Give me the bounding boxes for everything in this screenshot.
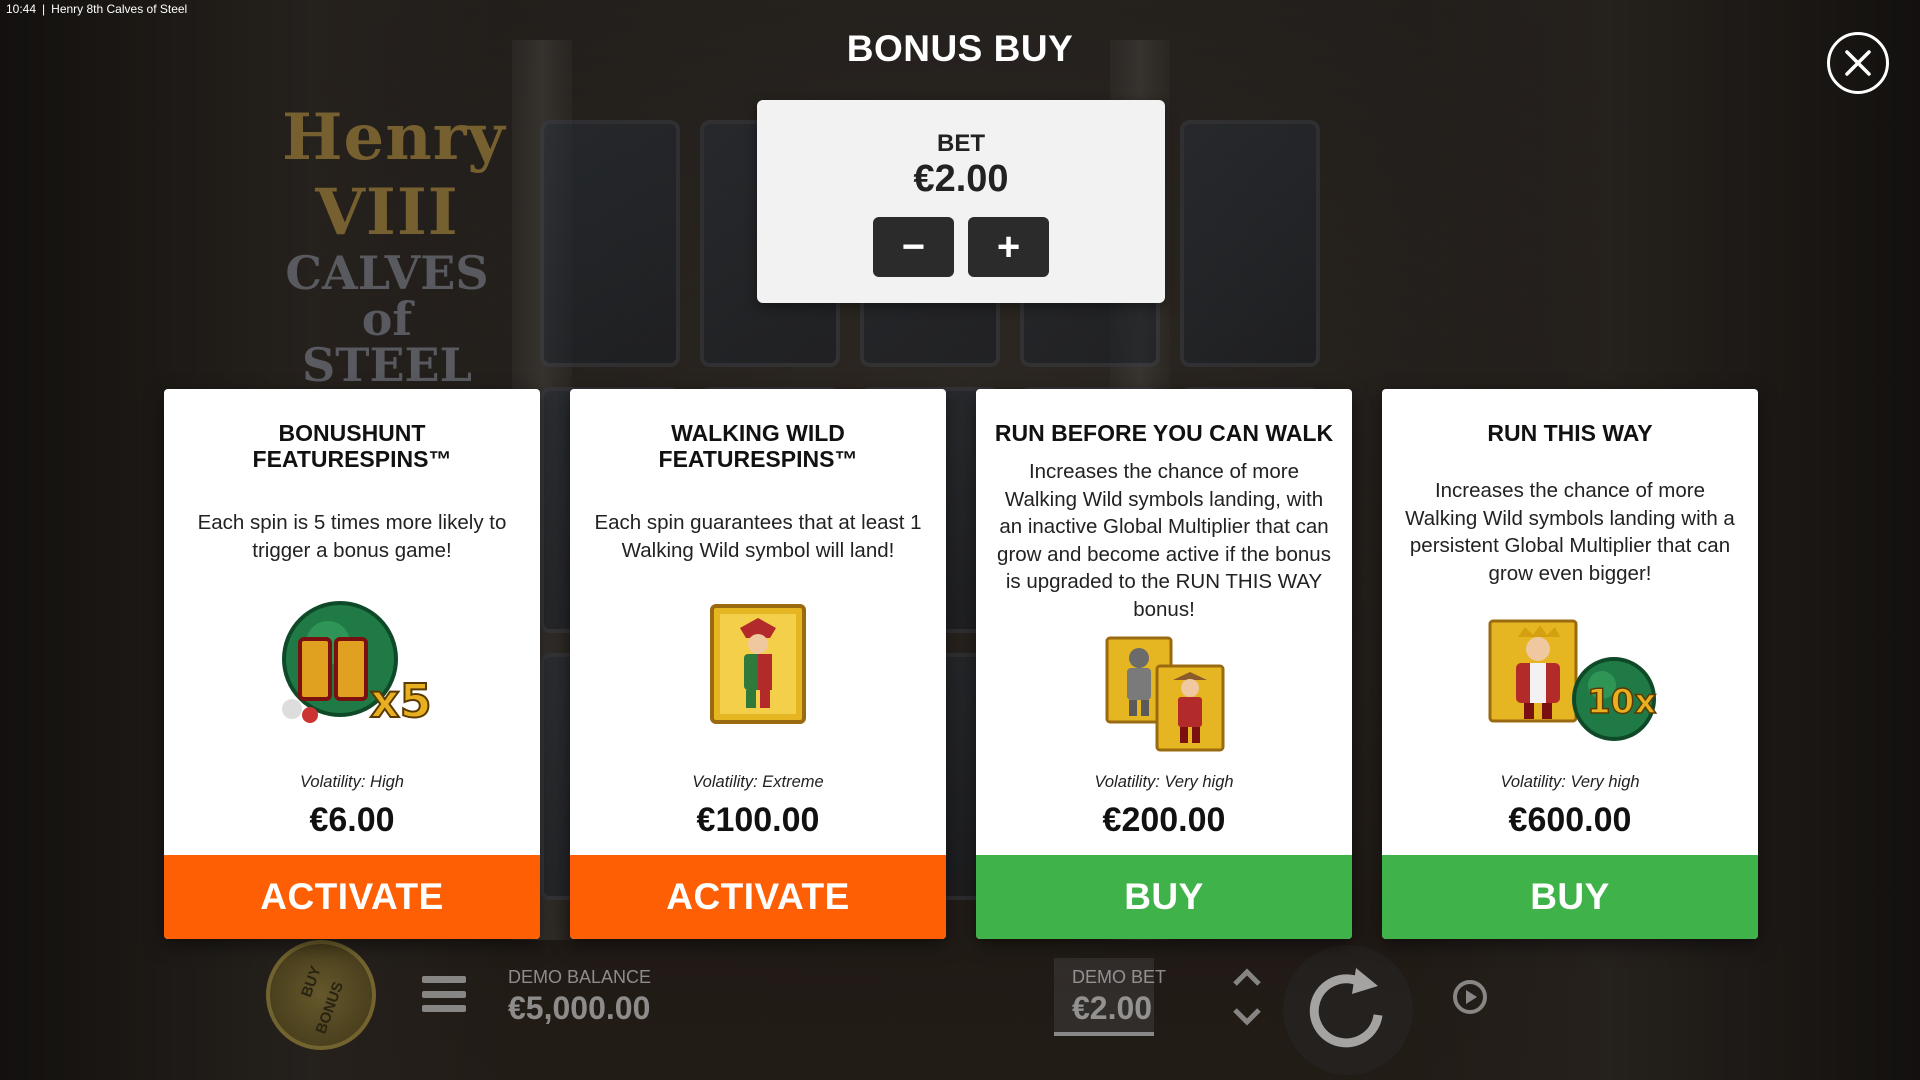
bonus-card-run-this-way: RUN THIS WAY Increases the chance of mor… (1382, 389, 1758, 939)
buy-button[interactable]: BUY (976, 855, 1352, 939)
bet-panel: BET €2.00 − + (757, 100, 1165, 303)
card-volatility: Volatility: High (300, 773, 404, 791)
bet-value: €2.00 (913, 158, 1009, 200)
bonus-card-bonushunt: BONUSHUNT FEATURESPINS™ Each spin is 5 t… (164, 389, 540, 939)
activate-button[interactable]: ACTIVATE (570, 855, 946, 939)
card-title: BONUSHUNT FEATURESPINS™ (174, 420, 530, 472)
card-price: €6.00 (309, 801, 395, 839)
demo-balance-label: DEMO BALANCE (508, 967, 652, 987)
logo-line-2: CALVES (285, 246, 489, 300)
card-title-line-1: RUN THIS WAY (1487, 420, 1653, 446)
clock: 10:44 (6, 2, 37, 16)
buy-bonus-line-2: BONUS (312, 979, 347, 1037)
bonus-card-run-before-you-can-walk: RUN BEFORE YOU CAN WALK Increases the ch… (976, 389, 1352, 939)
card-volatility: Volatility: Extreme (692, 773, 824, 791)
window-title: Henry 8th Calves of Steel (51, 2, 188, 16)
bonus-cards: BONUSHUNT FEATURESPINS™ Each spin is 5 t… (164, 389, 1758, 939)
menu-icon[interactable] (422, 976, 466, 1012)
bet-increase-button[interactable]: + (968, 217, 1049, 277)
card-title-line-2: FEATURESPINS™ (252, 446, 452, 472)
card-price: €100.00 (696, 801, 820, 839)
card-title-line-1: WALKING WILD (671, 420, 845, 446)
buy-button[interactable]: BUY (1382, 855, 1758, 939)
jester-wild-icon (570, 604, 946, 724)
spin-button[interactable] (1283, 945, 1413, 1075)
bet-label: BET (937, 130, 985, 157)
logo-line-3: of STEEL (302, 292, 472, 392)
card-title-line-1: BONUSHUNT (278, 420, 426, 446)
demo-bet-label: DEMO BET (1072, 967, 1167, 987)
card-description: Each spin is 5 times more likely to trig… (197, 511, 507, 562)
multiplier-badge: 10x (1587, 682, 1656, 722)
card-title: WALKING WILD FEATURESPINS™ (580, 420, 936, 472)
bet-decrease-button[interactable]: − (873, 217, 954, 277)
card-description: Increases the chance of more Walking Wil… (1405, 479, 1735, 585)
knight-and-jester-icon (976, 632, 1352, 752)
buy-bonus-button[interactable]: BUY BONUS (266, 940, 376, 1050)
demo-bet-value: €2.00 (1072, 990, 1153, 1026)
card-title: RUN BEFORE YOU CAN WALK (986, 420, 1342, 446)
status-separator: | (42, 2, 46, 16)
king-10x-icon: 10x (1382, 619, 1758, 743)
fs-x5-icon: x5 (164, 599, 540, 729)
card-volatility: Volatility: Very high (1500, 773, 1640, 791)
svg-text:x5: x5 (370, 674, 432, 728)
game-logo: Henry VIII CALVES of STEEL (282, 100, 506, 392)
bet-arrows-icon[interactable] (1230, 962, 1264, 1037)
autoplay-icon[interactable] (1448, 975, 1492, 1024)
card-title: RUN THIS WAY (1392, 420, 1748, 446)
spin-icon (1309, 968, 1383, 1048)
activate-button[interactable]: ACTIVATE (164, 855, 540, 939)
card-title-line-2: FEATURESPINS™ (658, 446, 858, 472)
close-icon (1845, 50, 1871, 76)
card-description: Increases the chance of more Walking Wil… (997, 460, 1331, 621)
card-volatility: Volatility: Very high (1094, 773, 1234, 791)
logo-line-1: Henry VIII (282, 100, 506, 250)
demo-balance-value: €5,000.00 (508, 990, 651, 1026)
close-button[interactable] (1827, 32, 1889, 94)
card-price: €200.00 (1102, 801, 1226, 839)
bonus-card-walking-wild: WALKING WILD FEATURESPINS™ Each spin gua… (570, 389, 946, 939)
window-status-bar: 10:44 | Henry 8th Calves of Steel (6, 2, 193, 16)
card-price: €600.00 (1508, 801, 1632, 839)
card-description: Each spin guarantees that at least 1 Wal… (594, 511, 922, 562)
modal-title: BONUS BUY (846, 28, 1074, 69)
bottom-hud: BUY BONUS DEMO BALANCE €5,000.00 DEMO BET… (0, 940, 1920, 1080)
card-title-line-1: RUN BEFORE YOU CAN WALK (994, 420, 1334, 446)
